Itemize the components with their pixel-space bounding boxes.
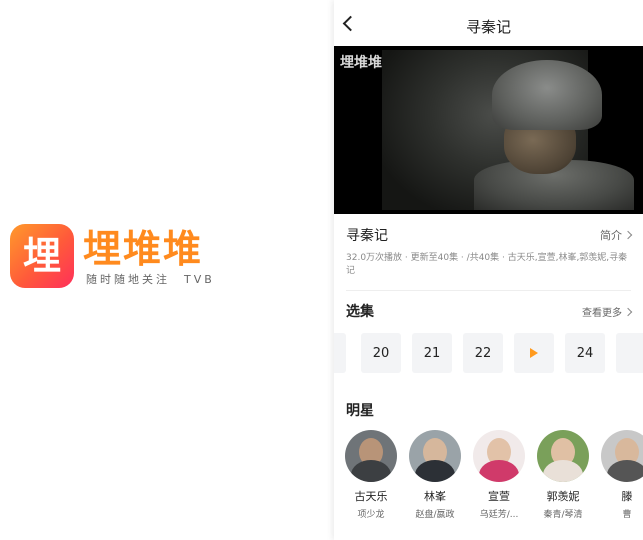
star-name: 郭羡妮 xyxy=(546,490,580,503)
avatar xyxy=(601,430,643,482)
star-role: 项少龙 xyxy=(357,510,385,520)
divider xyxy=(346,290,631,291)
intro-link[interactable]: 简介 xyxy=(600,227,633,243)
star-card[interactable]: 古天乐 项少龙 xyxy=(340,430,402,520)
star-card[interactable]: 林峯 赵盘/嬴政 xyxy=(404,430,466,520)
episode-item[interactable]: 21 xyxy=(412,333,452,373)
app-logo-glyph: 埋 xyxy=(22,234,61,278)
star-name: 宣萱 xyxy=(488,490,510,503)
episode-item[interactable] xyxy=(334,333,346,373)
star-card[interactable]: 宣萱 乌廷芳/... xyxy=(468,430,530,520)
chevron-right-icon xyxy=(623,230,633,240)
star-name: 林峯 xyxy=(424,490,446,503)
episode-item[interactable] xyxy=(616,333,643,373)
star-role: 秦青/琴清 xyxy=(543,510,583,520)
stars-heading: 明星 xyxy=(346,403,374,419)
avatar xyxy=(409,430,461,482)
page-title: 寻秦记 xyxy=(465,18,511,36)
chevron-right-icon xyxy=(623,307,633,317)
avatar xyxy=(345,430,397,482)
episodes-heading: 选集 xyxy=(346,304,374,320)
intro-link-label: 简介 xyxy=(600,229,622,242)
star-name: 古天乐 xyxy=(354,490,388,503)
episode-item[interactable]: 20 xyxy=(361,333,401,373)
brand-name: 埋堆堆 xyxy=(83,227,204,271)
avatar xyxy=(473,430,525,482)
star-card[interactable]: 滕 曹 xyxy=(596,430,643,520)
episode-item-playing[interactable] xyxy=(514,333,554,373)
star-name: 滕 xyxy=(621,490,633,503)
video-player[interactable]: 埋堆堆 xyxy=(334,46,643,214)
episodes-more-link[interactable]: 查看更多 xyxy=(582,304,633,319)
star-role: 乌廷芳/... xyxy=(479,510,519,520)
episode-item[interactable]: 22 xyxy=(463,333,503,373)
video-watermark: 埋堆堆 xyxy=(340,55,382,71)
episode-list: 20 21 22 24 xyxy=(334,333,643,373)
app-promo: 埋 埋堆堆 随时随地关注 TVB xyxy=(10,222,220,292)
play-icon xyxy=(530,348,538,358)
avatar xyxy=(537,430,589,482)
episodes-more-label: 查看更多 xyxy=(582,308,622,319)
top-nav-bar: 寻秦记 xyxy=(334,0,643,46)
video-frame xyxy=(382,50,634,210)
star-card[interactable]: 郭羡妮 秦青/琴清 xyxy=(532,430,594,520)
phone-screen: 寻秦记 埋堆堆 寻秦记 简介 32.0万次播放 · 更新至40集 · /共40集… xyxy=(334,0,643,540)
star-role: 赵盘/嬴政 xyxy=(415,510,455,520)
app-logo-icon: 埋 xyxy=(10,224,74,288)
star-role: 曹 xyxy=(622,510,632,520)
show-title: 寻秦记 xyxy=(346,228,388,244)
brand-slogan: 随时随地关注 TVB xyxy=(86,273,215,286)
video-figure-hat xyxy=(492,60,602,130)
show-description: 32.0万次播放 · 更新至40集 · /共40集 · 古天乐,宣萱,林峯,郭羡… xyxy=(346,253,628,276)
episode-item[interactable]: 24 xyxy=(565,333,605,373)
